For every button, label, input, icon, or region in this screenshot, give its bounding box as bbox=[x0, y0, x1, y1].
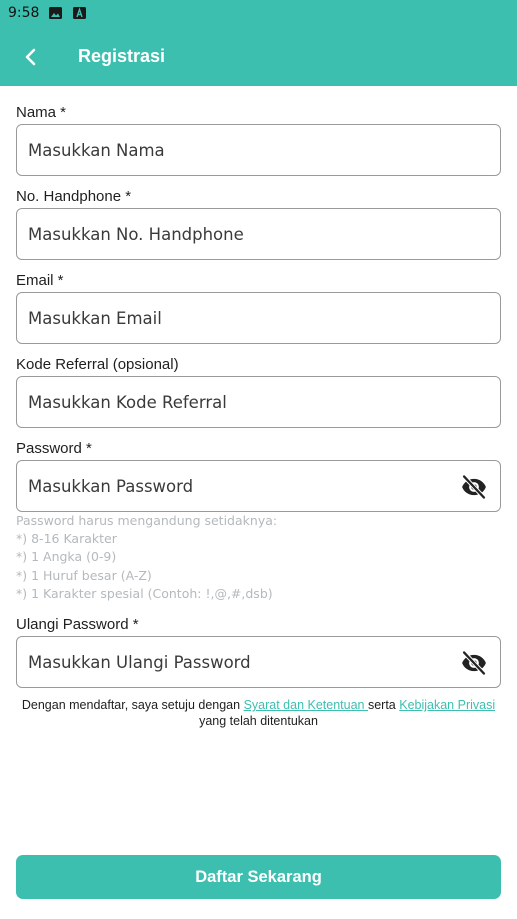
terms-link[interactable]: Syarat dan Ketentuan bbox=[244, 698, 368, 712]
phone-field-box bbox=[16, 208, 501, 260]
password-rules: Password harus mengandung setidaknya: *)… bbox=[16, 512, 277, 603]
eye-off-icon[interactable] bbox=[460, 649, 488, 677]
confirm-password-input[interactable] bbox=[28, 637, 458, 687]
password-field-box bbox=[16, 460, 501, 512]
email-input[interactable] bbox=[28, 293, 458, 343]
terms-suffix: yang telah ditentukan bbox=[199, 714, 318, 728]
email-label: Email * bbox=[16, 272, 64, 289]
email-field-box bbox=[16, 292, 501, 344]
password-rules-intro: Password harus mengandung setidaknya: bbox=[16, 513, 278, 528]
referral-label: Kode Referral (opsional) bbox=[16, 356, 179, 373]
app-bar: Registrasi bbox=[0, 28, 517, 86]
status-time: 9:58 bbox=[8, 5, 40, 21]
a-icon bbox=[73, 7, 86, 19]
name-input[interactable] bbox=[28, 125, 458, 175]
page-title: Registrasi bbox=[78, 46, 166, 66]
password-label: Password * bbox=[16, 440, 92, 457]
phone-input[interactable] bbox=[28, 209, 458, 259]
referral-input[interactable] bbox=[28, 377, 458, 427]
terms-middle: serta bbox=[367, 698, 400, 712]
password-rule-item: *) 1 Karakter spesial (Contoh: !,@,#,dsb… bbox=[16, 585, 273, 601]
confirm-password-label: Ulangi Password * bbox=[16, 616, 139, 633]
password-input[interactable] bbox=[28, 461, 458, 511]
password-rule-item: *) 1 Huruf besar (A-Z) bbox=[16, 567, 152, 583]
chevron-left-icon[interactable] bbox=[16, 42, 46, 72]
password-rule-item: *) 8-16 Karakter bbox=[16, 531, 117, 547]
terms-prefix: Dengan mendaftar, saya setuju dengan bbox=[21, 698, 244, 712]
terms-text: Dengan mendaftar, saya setuju dengan Sya… bbox=[0, 697, 517, 729]
status-bar: 9:58 bbox=[0, 0, 517, 28]
register-button[interactable]: Daftar Sekarang bbox=[16, 855, 501, 899]
privacy-link[interactable]: Kebijakan Privasi bbox=[399, 698, 495, 712]
eye-off-icon[interactable] bbox=[460, 473, 488, 501]
password-rule-item: *) 1 Angka (0-9) bbox=[16, 549, 117, 565]
referral-field-box bbox=[16, 376, 501, 428]
confirm-password-field-box bbox=[16, 636, 501, 688]
name-field-box bbox=[16, 124, 501, 176]
image-icon bbox=[49, 7, 62, 19]
name-label: Nama * bbox=[16, 104, 67, 121]
phone-label: No. Handphone * bbox=[16, 188, 132, 205]
